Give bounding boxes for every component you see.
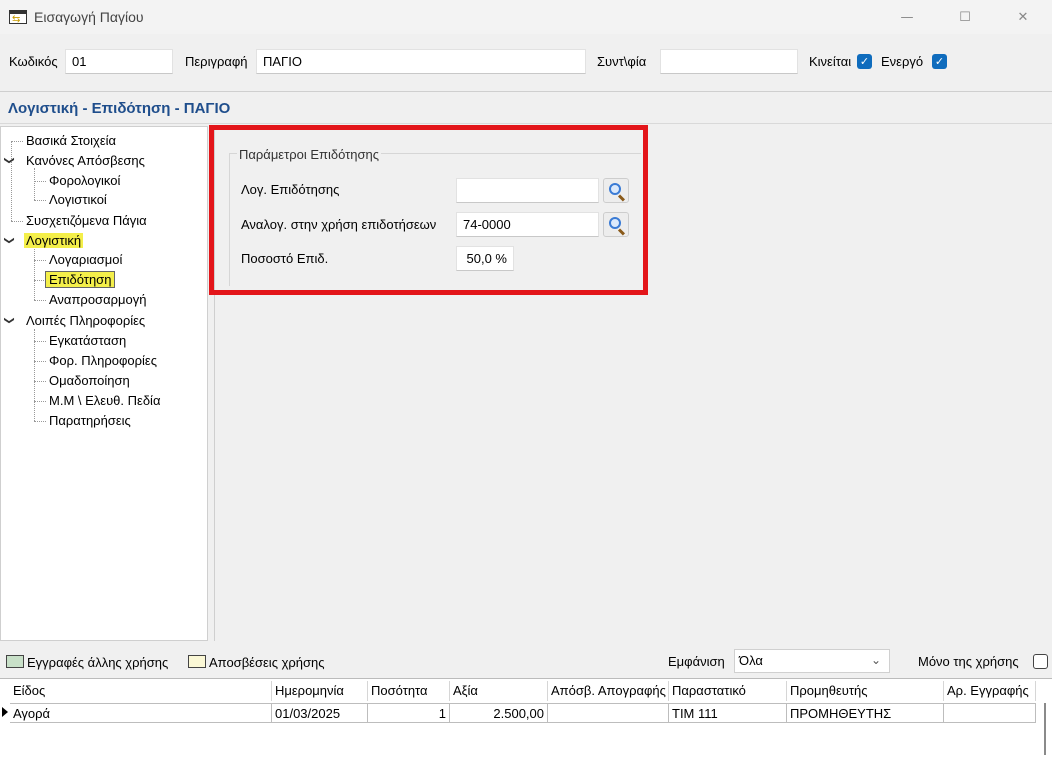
column-header-type[interactable]: Είδος <box>10 681 272 701</box>
tree-item-tax[interactable]: Φορολογικοί <box>49 173 120 188</box>
tree-connector <box>34 421 46 422</box>
tree-item-revaluation[interactable]: Αναπροσαρμογή <box>49 292 146 307</box>
tree-item-accounting[interactable]: Λογιστική <box>24 233 84 248</box>
column-header-supplier[interactable]: Προμηθευτής <box>787 681 944 701</box>
table-row-supplier[interactable]: ΠΡΟΜΗΘΕΥΤΗΣ <box>787 703 944 723</box>
active-checkbox[interactable]: ✓ <box>932 54 947 69</box>
display-label: Εμφάνιση <box>668 654 725 669</box>
only-year-label: Μόνο της χρήσης <box>918 654 1019 669</box>
table-row-type[interactable]: Αγορά <box>10 703 272 723</box>
tree-connector <box>34 249 35 300</box>
tree-connector <box>34 341 46 342</box>
column-header-value[interactable]: Αξία <box>450 681 548 701</box>
table-row-value[interactable]: 2.500,00 <box>450 703 548 723</box>
chevron-down-icon: ⌄ <box>870 653 881 667</box>
table-row-qty[interactable]: 1 <box>368 703 450 723</box>
table-row-inventory-depr[interactable] <box>548 703 669 723</box>
tree-connector <box>34 181 46 182</box>
abbrev-label: Συντ\φία <box>597 54 647 69</box>
tree-item-other-info[interactable]: Λοιπές Πληροφορίες <box>26 313 145 328</box>
tree-connector <box>11 141 23 142</box>
tree-item-grouping[interactable]: Ομαδοποίηση <box>49 373 130 388</box>
column-header-inventory-depr[interactable]: Απόσβ. Απογραφής <box>548 681 669 701</box>
chevron-down-icon[interactable]: ❯ <box>4 236 15 244</box>
other-year-label: Εγγραφές άλλης χρήσης <box>27 655 169 670</box>
tree-connector <box>34 329 35 421</box>
tree-item-notes[interactable]: Παρατηρήσεις <box>49 413 131 428</box>
tree-connector <box>34 200 46 201</box>
code-label: Κωδικός <box>9 54 58 69</box>
tree-item-related[interactable]: Συσχετιζόμενα Πάγια <box>26 213 147 228</box>
code-field[interactable]: 01 <box>65 49 173 74</box>
tree-connector <box>34 300 46 301</box>
tree-connector <box>34 381 46 382</box>
tree-item-accounting-rules[interactable]: Λογιστικοί <box>49 192 107 207</box>
table-row-entry-no[interactable] <box>944 703 1036 723</box>
description-label: Περιγραφή <box>185 54 248 69</box>
column-header-entry-no[interactable]: Αρ. Εγγραφής <box>944 681 1036 701</box>
column-header-qty[interactable]: Ποσότητα <box>368 681 450 701</box>
tree-item-subsidy[interactable]: Επιδότηση <box>45 271 116 288</box>
description-field[interactable]: ΠΑΓΙΟ <box>256 49 586 74</box>
tree-connector <box>34 168 35 200</box>
depr-year-swatch <box>188 655 206 668</box>
app-icon: ⇆ <box>9 10 27 25</box>
tree-connector <box>34 361 46 362</box>
tree-item-mm-free[interactable]: Μ.Μ \ Ελευθ. Πεδία <box>49 393 160 408</box>
divider <box>0 123 1052 124</box>
vertical-scrollbar[interactable] <box>1044 703 1046 755</box>
divider <box>0 91 1052 92</box>
tree-item-tax-info[interactable]: Φορ. Πληροφορίες <box>49 353 157 368</box>
title-bar: ⇆ Εισαγωγή Παγίου — ☐ ✕ <box>0 0 1052 34</box>
depr-year-label: Αποσβέσεις χρήσης <box>209 655 325 670</box>
tree-item-basic[interactable]: Βασικά Στοιχεία <box>26 133 116 148</box>
highlight-box <box>209 125 648 295</box>
tree-item-accounts[interactable]: Λογαριασμοί <box>49 252 122 267</box>
display-select[interactable]: Όλα ⌄ <box>734 649 890 673</box>
active-label: Ενεργό <box>881 54 924 69</box>
other-year-swatch <box>6 655 24 668</box>
movable-label: Κινείται <box>809 54 852 69</box>
column-header-date[interactable]: Ημερομηνία <box>272 681 368 701</box>
tree-item-depreciation-rules[interactable]: Κανόνες Απόσβεσης <box>26 153 145 168</box>
tree-connector <box>34 260 46 261</box>
row-pointer-icon <box>2 707 8 717</box>
tree-item-installation[interactable]: Εγκατάσταση <box>49 333 126 348</box>
section-title: Λογιστική - Επιδότηση - ΠΑΓΙΟ <box>8 100 231 117</box>
chevron-down-icon[interactable]: ❯ <box>4 156 15 164</box>
chevron-down-icon[interactable]: ❯ <box>4 316 15 324</box>
display-select-value: Όλα <box>739 653 763 668</box>
abbrev-field[interactable] <box>660 49 798 74</box>
window-title: Εισαγωγή Παγίου <box>34 9 144 25</box>
maximize-button[interactable]: ☐ <box>936 0 994 34</box>
minimize-button[interactable]: — <box>878 0 936 34</box>
column-header-document[interactable]: Παραστατικό <box>669 681 787 701</box>
movable-checkbox[interactable]: ✓ <box>857 54 872 69</box>
close-button[interactable]: ✕ <box>994 0 1052 34</box>
table-row-document[interactable]: ΤΙΜ 111 <box>669 703 787 723</box>
tree-connector <box>11 221 23 222</box>
only-year-checkbox[interactable] <box>1033 654 1048 669</box>
table-row-date[interactable]: 01/03/2025 <box>272 703 368 723</box>
tree-connector <box>34 401 46 402</box>
tree-connector <box>11 141 12 221</box>
